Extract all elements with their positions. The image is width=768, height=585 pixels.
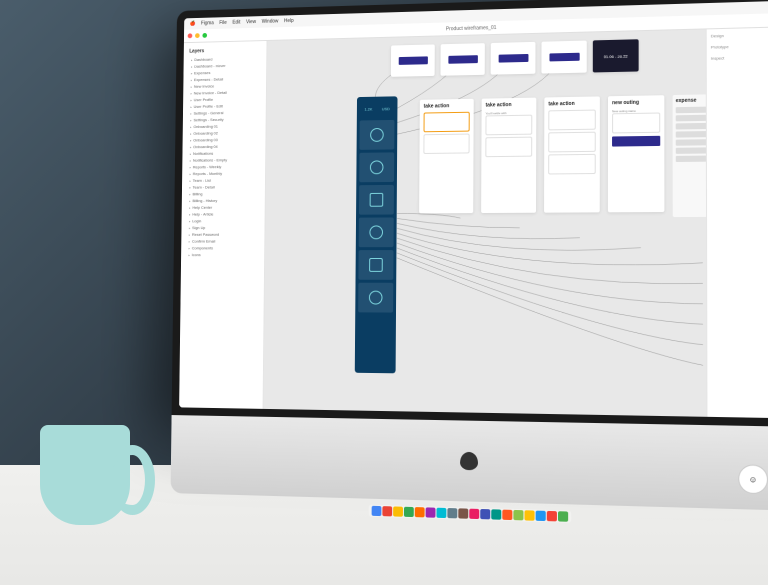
hexagon-icon — [370, 160, 384, 174]
text-line — [676, 155, 707, 162]
screen-bezel: 🍎 Figma File Edit View Window Help Produ… — [172, 0, 768, 427]
list-card[interactable] — [485, 137, 532, 158]
text-line — [676, 114, 707, 121]
tab-design[interactable]: Design — [711, 32, 768, 39]
frame-title: take action — [424, 103, 470, 110]
inspector-panel[interactable]: Design Prototype Inspect — [706, 28, 768, 419]
square-icon — [369, 258, 383, 272]
highlighted-card[interactable] — [424, 112, 470, 133]
mobile-dashboard-frame[interactable]: 1.2K USD — [355, 96, 398, 373]
submit-button[interactable] — [612, 136, 660, 147]
cta-button[interactable] — [498, 54, 528, 63]
layers-panel[interactable]: Layers DashboardDashboard - HoverExpense… — [179, 41, 267, 409]
layer-item[interactable]: Icons — [185, 251, 261, 258]
frame-step-2[interactable] — [440, 43, 484, 76]
balance-value: 1.2K — [364, 106, 372, 111]
menu-window[interactable]: Window — [262, 19, 279, 25]
list-card[interactable] — [548, 154, 596, 175]
frame-expenses-detail[interactable]: take action — [544, 96, 600, 212]
mobile-tile[interactable] — [359, 217, 394, 247]
text-line — [676, 131, 707, 138]
frame-title: take action — [548, 101, 595, 108]
document-title: Product wireframes_01 — [446, 25, 497, 32]
coffee-mug — [40, 425, 130, 525]
balance-currency: USD — [382, 106, 390, 111]
close-icon[interactable] — [188, 33, 193, 38]
frame-take-action-hover[interactable]: take action You'll settle with — [481, 98, 536, 213]
tab-inspect[interactable]: Inspect — [711, 54, 768, 61]
minimize-icon[interactable] — [195, 33, 200, 38]
tab-prototype[interactable]: Prototype — [711, 43, 768, 50]
cta-button[interactable] — [549, 53, 579, 62]
maximize-icon[interactable] — [202, 33, 207, 38]
frame-notes[interactable]: expense — [673, 94, 707, 217]
square-icon — [370, 193, 384, 207]
list-card[interactable] — [548, 110, 596, 131]
hexagon-icon — [370, 128, 384, 142]
frame-step-3[interactable] — [491, 42, 536, 75]
menu-edit[interactable]: Edit — [232, 20, 240, 26]
mobile-tile[interactable] — [359, 120, 394, 150]
mobile-tile[interactable] — [359, 152, 394, 182]
prototype-wires — [263, 29, 706, 416]
hexagon-icon — [369, 291, 383, 305]
screen: 🍎 Figma File Edit View Window Help Produ… — [179, 1, 768, 418]
onboarding-frames-row: 01.06 - 26.22 — [391, 39, 639, 77]
list-card[interactable] — [423, 134, 469, 154]
detail-frames-row: take action take action You'll settle wi… — [419, 94, 706, 219]
app-body: Layers DashboardDashboard - HoverExpense… — [179, 28, 768, 419]
input-card[interactable] — [612, 113, 660, 134]
text-line — [676, 122, 707, 129]
sticker-icon: ☺ — [738, 464, 768, 494]
mobile-tile[interactable] — [358, 283, 393, 313]
mobile-tile[interactable] — [358, 250, 393, 280]
design-canvas[interactable]: 01.06 - 26.22 1.2K USD — [263, 29, 706, 416]
traffic-lights[interactable] — [188, 33, 207, 38]
mobile-tile[interactable] — [359, 185, 394, 215]
cta-button[interactable] — [448, 55, 478, 64]
menu-view[interactable]: View — [246, 19, 256, 25]
frame-step-4[interactable] — [541, 41, 586, 74]
monitor-chin: ☺ — [171, 415, 768, 511]
frame-new-outing[interactable]: new outing New outing name — [608, 95, 665, 212]
apple-menu-icon[interactable]: 🍎 — [190, 21, 196, 27]
frame-stats[interactable]: 01.06 - 26.22 — [593, 39, 639, 72]
frame-title: new outing — [612, 99, 660, 106]
imac-monitor: 🍎 Figma File Edit View Window Help Produ… — [170, 0, 768, 532]
text-line — [676, 147, 707, 154]
frame-expenses-home[interactable]: take action — [419, 99, 474, 214]
frame-title: expense — [676, 97, 707, 104]
list-card[interactable] — [485, 115, 532, 136]
text-line — [676, 106, 707, 113]
frame-title: take action — [486, 102, 533, 109]
menu-help[interactable]: Help — [284, 18, 294, 24]
menu-file[interactable]: File — [219, 20, 227, 26]
frame-step-1[interactable] — [391, 44, 435, 76]
list-card[interactable] — [548, 132, 596, 153]
cta-button[interactable] — [398, 56, 427, 65]
mobile-header: 1.2K USD — [360, 99, 395, 117]
app-name[interactable]: Figma — [201, 20, 214, 26]
hexagon-icon — [369, 225, 383, 239]
apple-logo-icon — [460, 452, 478, 471]
stats-label: 01.06 - 26.22 — [604, 53, 628, 59]
text-line — [676, 139, 707, 146]
